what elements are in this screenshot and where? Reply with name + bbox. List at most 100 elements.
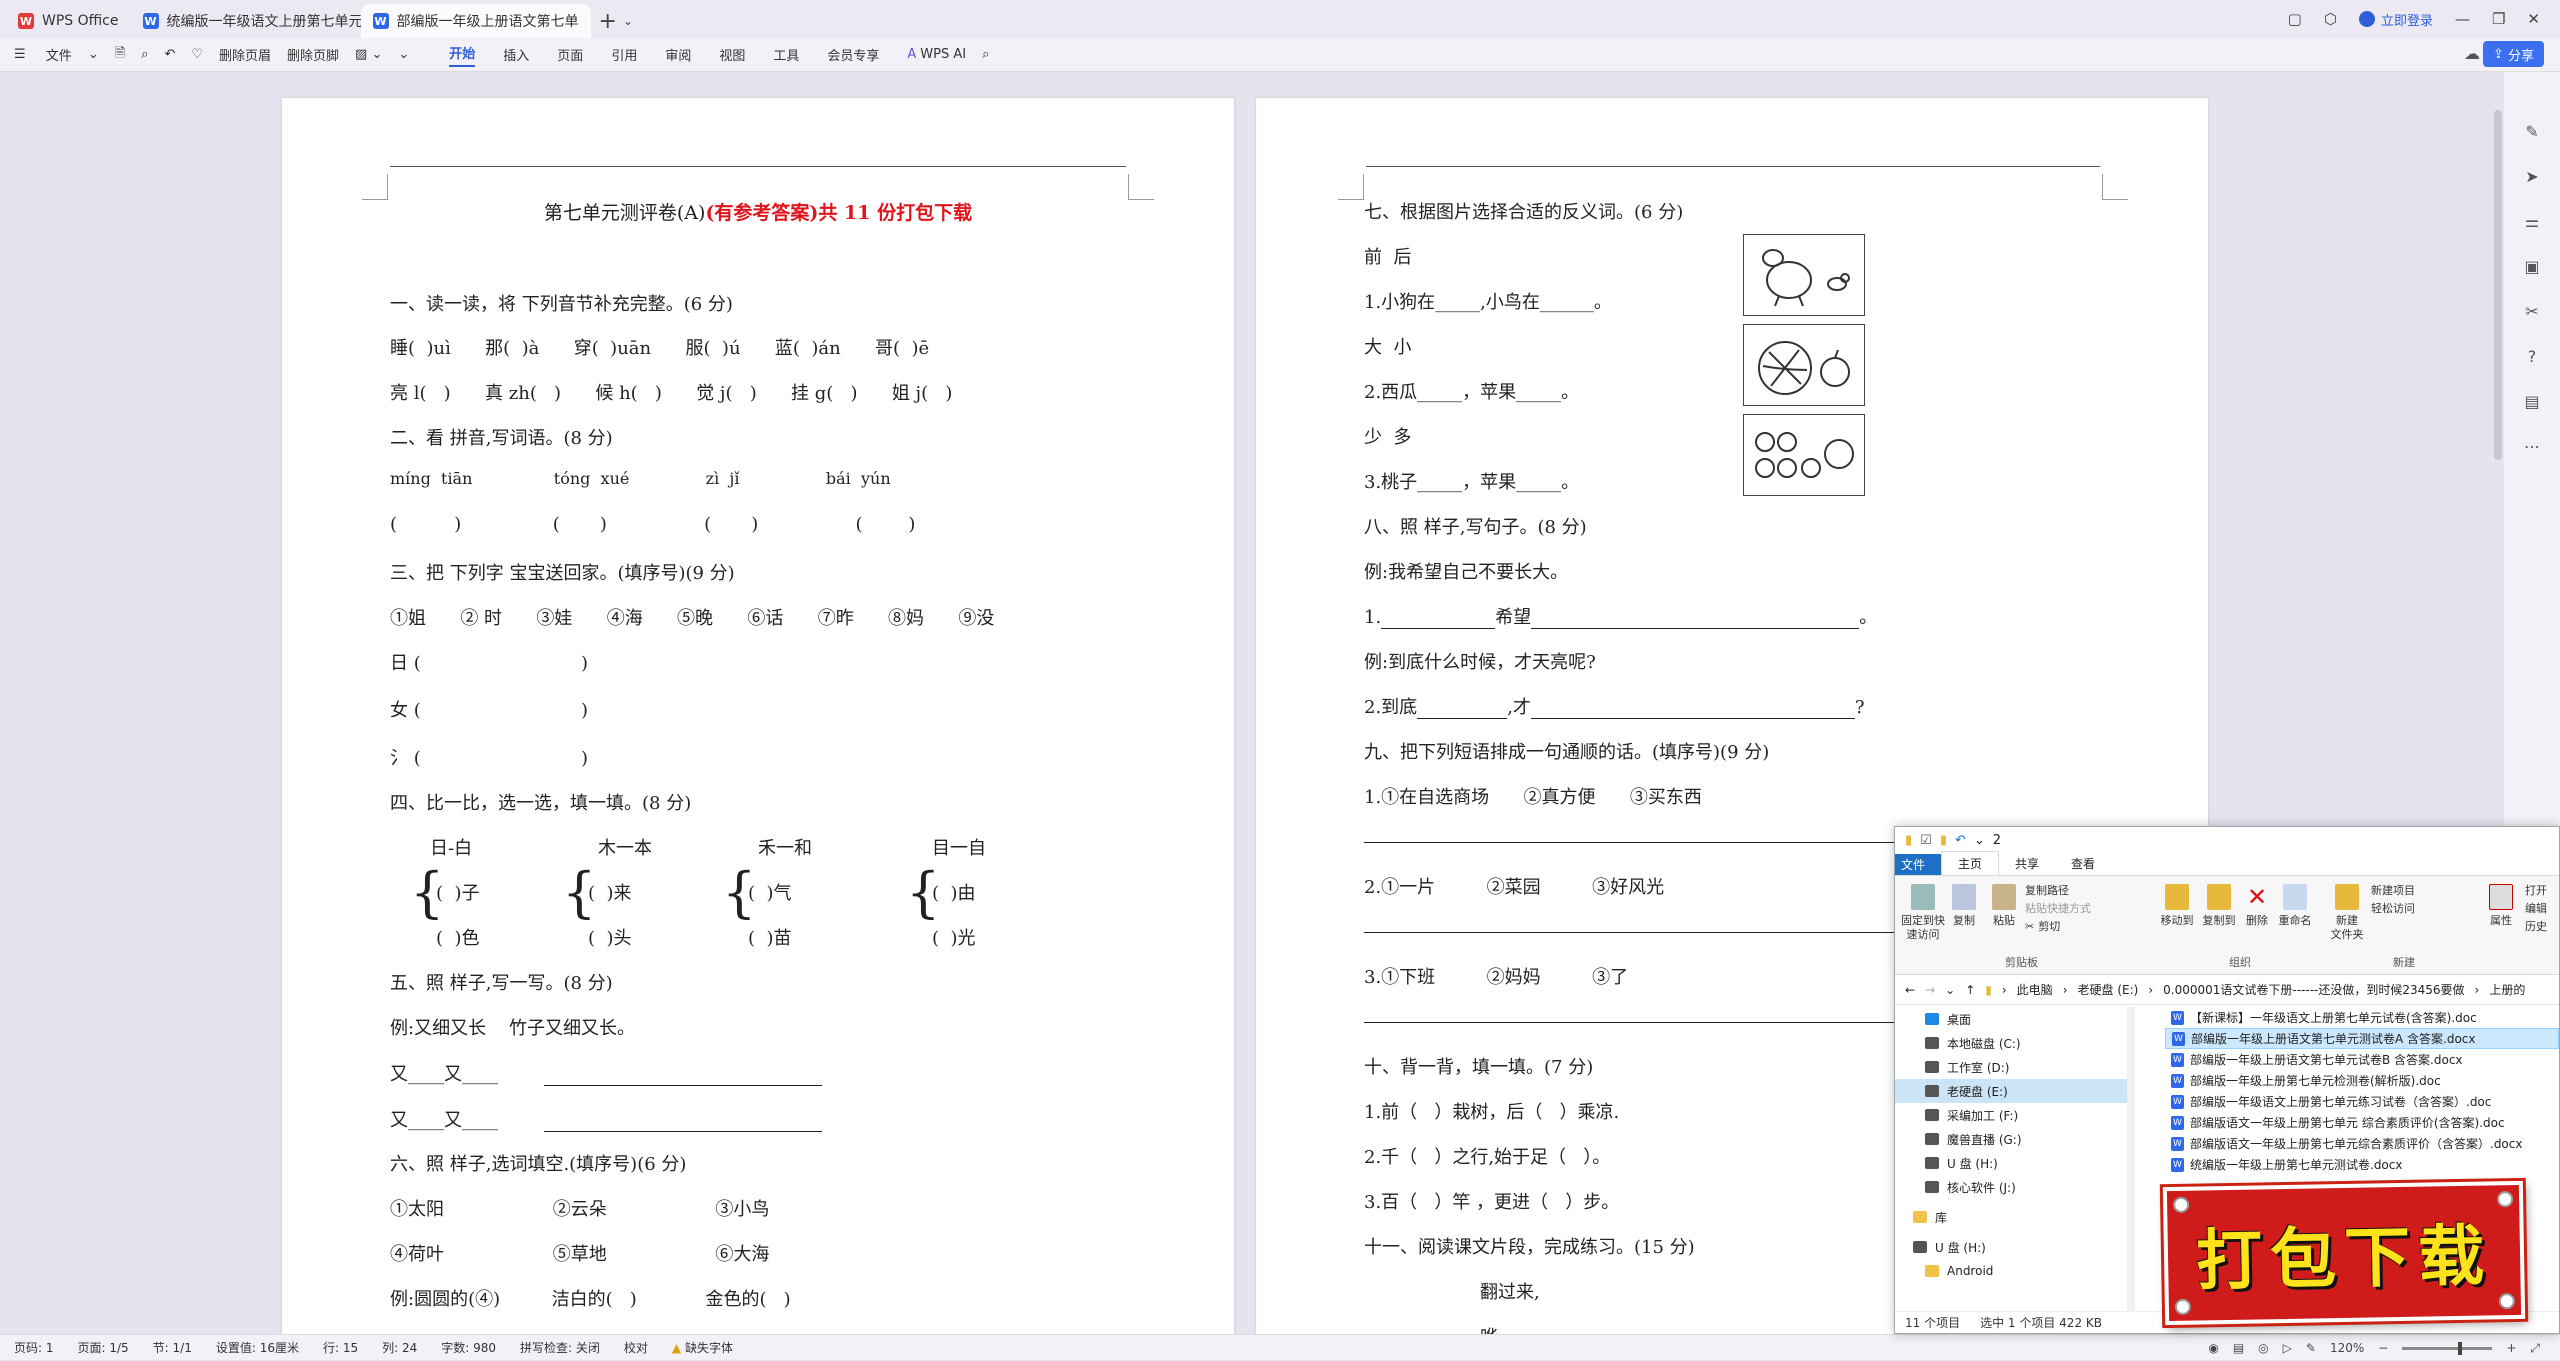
menu-icon[interactable]: ☰ — [14, 47, 30, 62]
format-brush-icon[interactable]: ⌕ — [141, 47, 148, 62]
status-section[interactable]: 节: 1/1 — [153, 1339, 192, 1356]
status-words[interactable]: 字数: 980 — [441, 1339, 496, 1356]
properties-button[interactable]: 属性 — [2485, 884, 2517, 928]
layout-icon[interactable]: ▤ — [2233, 1341, 2244, 1355]
more-chevron-icon[interactable]: ⌄ — [398, 47, 409, 62]
file-item[interactable]: W 【新课标】一年级语文上册第七单元试卷(含答案).doc — [2165, 1007, 2559, 1028]
adjust-icon[interactable]: ⚌ — [2525, 212, 2539, 231]
file-item[interactable]: W 部编版一年级上册第七单元检测卷(解析版).doc — [2165, 1070, 2559, 1091]
file-item[interactable]: W 部编版一年级上册语文第七单元试卷B 含答案.docx — [2165, 1049, 2559, 1070]
file-item[interactable]: W 统编版一年级上册第七单元测试卷.docx — [2165, 1154, 2559, 1175]
cube-icon[interactable]: ⬡ — [2324, 10, 2337, 28]
restore-icon[interactable]: ❐ — [2492, 10, 2505, 28]
tools-icon[interactable]: ✂ — [2525, 302, 2538, 321]
nav-item[interactable]: 核心软件 (J:) — [1895, 1175, 2135, 1199]
status-proof[interactable]: 校对 — [624, 1339, 648, 1356]
breadcrumb-item[interactable]: 老硬盘 (E:) — [2078, 981, 2139, 998]
file-item[interactable]: W 部编版语文一年级上册第七单元 综合素质评价(含答案).doc — [2165, 1112, 2559, 1133]
more-icon[interactable]: ⋯ — [2524, 437, 2540, 456]
new-tab-button[interactable]: + ⌄ — [599, 4, 634, 38]
delete-footer-button[interactable]: 删除页脚 — [287, 45, 339, 64]
properties-icon[interactable]: ☑ — [1920, 833, 1932, 848]
help-icon[interactable]: ? — [2528, 347, 2537, 366]
menu-tools[interactable]: 工具 — [773, 45, 799, 64]
search-icon[interactable]: ⌕ — [982, 47, 989, 62]
pin-quick-access-button[interactable]: 固定到快 速访问 — [1901, 884, 1945, 942]
download-promo-stamp[interactable]: 打包下载 — [2162, 1180, 2526, 1326]
forward-arrow-icon[interactable]: → — [1925, 983, 1935, 997]
file-item[interactable]: W 部编版语文一年级上册第七单元综合素质评价（含答案）.docx — [2165, 1133, 2559, 1154]
nav-item[interactable]: U 盘 (H:) — [1895, 1235, 2135, 1259]
delete-header-button[interactable]: 删除页眉 — [219, 45, 271, 64]
pen-icon[interactable]: ✎ — [2306, 1341, 2316, 1355]
paste-button[interactable]: 粘贴 — [1987, 884, 2021, 928]
up-arrow-icon[interactable]: ↑ — [1965, 983, 1975, 997]
rename-button[interactable]: 重命名 — [2275, 884, 2315, 928]
close-window-icon[interactable]: ✕ — [2527, 10, 2540, 28]
nav-item[interactable]: 工作室 (D:) — [1895, 1055, 2135, 1079]
explorer-tab-view[interactable]: 查看 — [2055, 852, 2111, 875]
document-page-1[interactable]: 第七单元测评卷(A)(有参考答案)共 11 份打包下载 一、读一读，将 下列音节… — [282, 98, 1234, 1334]
nav-item[interactable]: 库 — [1895, 1205, 2135, 1229]
save-icon[interactable]: 🗎 — [115, 44, 125, 66]
eye-icon[interactable]: ◉ — [2208, 1341, 2218, 1355]
wps-ai-button[interactable]: WPS AI — [920, 47, 966, 62]
play-icon[interactable]: ▷ — [2283, 1341, 2292, 1355]
chevron-down-icon[interactable]: ⌄ — [1945, 983, 1955, 997]
easy-access-button[interactable]: 轻松访问 — [2371, 902, 2415, 916]
open-button[interactable]: 打开 — [2525, 884, 2547, 898]
tab-document-2[interactable]: W 部编版一年级上册语文第七单 ▭ ✕ — [360, 4, 591, 38]
chevron-down-icon[interactable]: ⌄ — [88, 47, 99, 62]
status-pages[interactable]: 页面: 1/5 — [78, 1339, 129, 1356]
menu-member[interactable]: 会员专享 — [827, 45, 879, 64]
copy-button[interactable]: 复制 — [1947, 884, 1981, 928]
copy-to-button[interactable]: 复制到 — [2199, 884, 2239, 928]
nav-item[interactable]: 魔兽直播 (G:) — [1895, 1127, 2135, 1151]
nav-item[interactable]: 桌面 — [1895, 1007, 2135, 1031]
delete-button[interactable]: ✕ 删除 — [2241, 884, 2273, 928]
new-item-button[interactable]: 新建项目 — [2371, 884, 2415, 898]
page-icon[interactable]: ▤ — [2524, 392, 2539, 411]
zoom-value[interactable]: 120% — [2330, 1341, 2364, 1355]
nav-item[interactable]: 本地磁盘 (C:) — [1895, 1031, 2135, 1055]
select-arrow-icon[interactable]: ➤ — [2525, 167, 2538, 186]
login-button[interactable]: 立即登录 — [2358, 10, 2433, 29]
fit-icon[interactable]: ⤢ — [2530, 1341, 2540, 1356]
status-row[interactable]: 行: 15 — [323, 1339, 358, 1356]
share-button[interactable]: ⇪ 分享 — [2482, 41, 2544, 67]
nav-item[interactable]: 采编加工 (F:) — [1895, 1103, 2135, 1127]
edit-pen-icon[interactable]: ✎ — [2525, 122, 2538, 141]
zoom-out-icon[interactable]: − — [2378, 1341, 2388, 1355]
favorite-icon[interactable]: ♡ — [191, 47, 203, 62]
undo-icon[interactable]: ↶ — [1955, 833, 1966, 848]
edit-button[interactable]: 编辑 — [2525, 902, 2547, 916]
status-spell[interactable]: 拼写检查: 关闭 — [520, 1339, 600, 1356]
nav-item[interactable]: Android — [1895, 1259, 2135, 1283]
explorer-tab-file[interactable]: 文件 — [1895, 854, 1942, 875]
paste-shortcut-button[interactable]: 粘贴快捷方式 — [2025, 902, 2091, 916]
image-icon[interactable]: ▣ — [2524, 257, 2539, 276]
new-folder-button[interactable]: 新建 文件夹 — [2327, 884, 2367, 942]
minimize-icon[interactable]: — — [2455, 10, 2470, 28]
chevron-down-icon[interactable]: ⌄ — [1974, 833, 1985, 848]
status-setting[interactable]: 设置值: 16厘米 — [216, 1339, 299, 1356]
tab-document-1[interactable]: W 统编版一年级语文上册第七单元基 ✕ — [131, 4, 361, 38]
menu-page[interactable]: 页面 — [557, 45, 583, 64]
breadcrumb-item[interactable]: 此电脑 — [2017, 981, 2053, 998]
zoom-slider[interactable] — [2402, 1341, 2493, 1355]
menu-insert[interactable]: 插入 — [503, 45, 529, 64]
chevron-down-icon[interactable]: ⌄ — [623, 14, 633, 28]
nav-item[interactable]: U 盘 (H:) — [1895, 1151, 2135, 1175]
window-layout-icon[interactable]: ▢ — [2288, 10, 2302, 28]
history-button[interactable]: 历史 — [2525, 920, 2547, 934]
undo-icon[interactable]: ↶ — [164, 47, 175, 62]
file-menu[interactable]: 文件 — [46, 45, 72, 64]
cloud-sync-icon[interactable]: ☁ — [2464, 44, 2480, 63]
cut-button[interactable]: ✂ 剪切 — [2025, 920, 2060, 934]
menu-reference[interactable]: 引用 — [611, 45, 637, 64]
tab-wps-office[interactable]: W WPS Office — [6, 4, 131, 38]
zoom-in-icon[interactable]: + — [2506, 1341, 2516, 1355]
scrollbar-thumb[interactable] — [2494, 110, 2502, 460]
address-bar[interactable]: ← → ⌄ ↑ ▮ › 此电脑 › 老硬盘 (E:) › 0.000001语文试… — [1895, 975, 2559, 1005]
zoom-knob[interactable] — [2458, 1341, 2463, 1355]
